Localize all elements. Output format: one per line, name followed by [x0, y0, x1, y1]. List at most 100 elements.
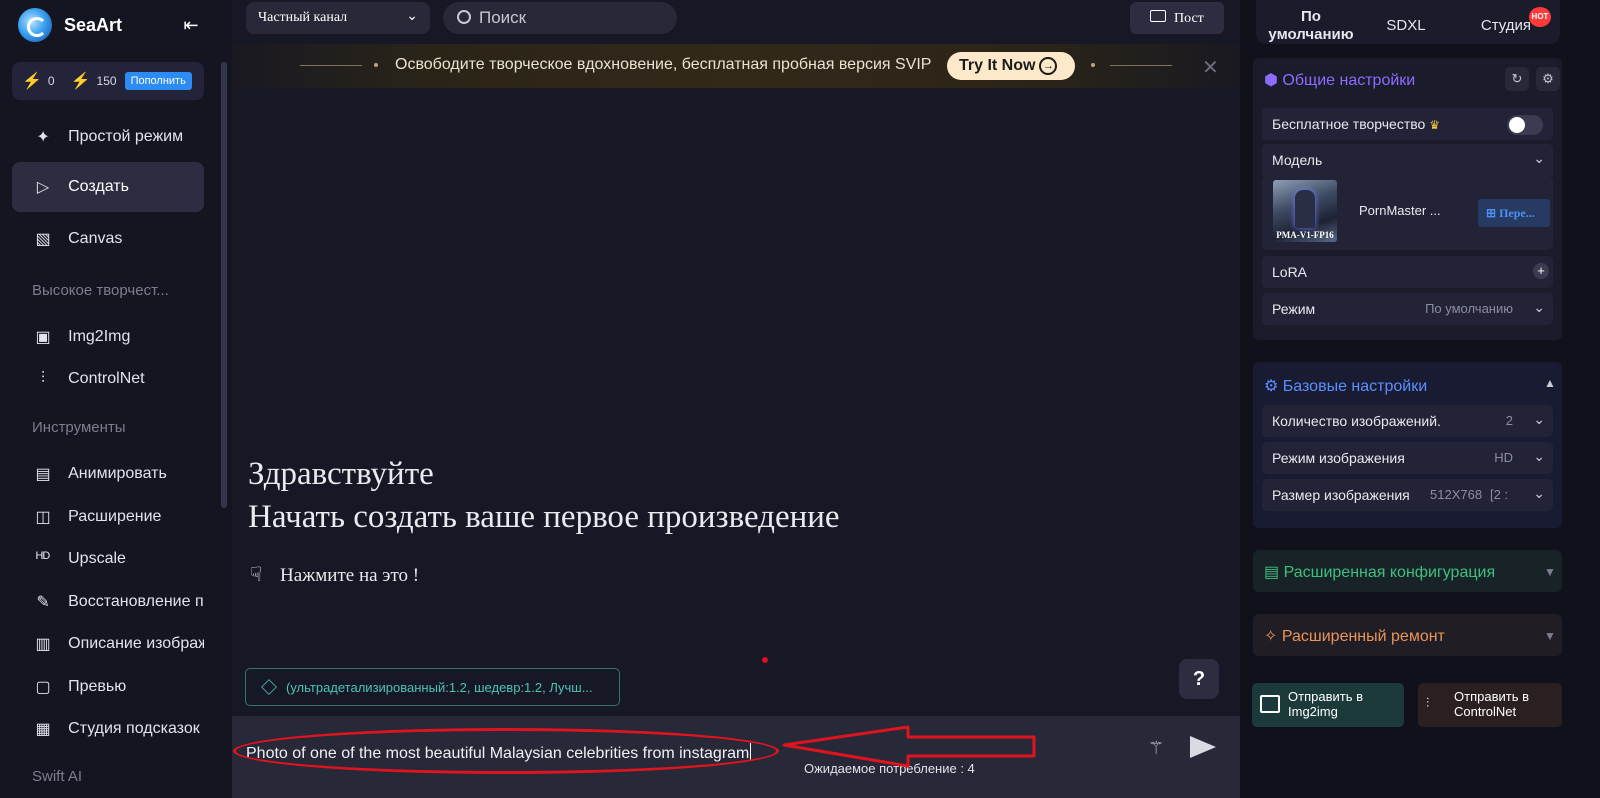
post-label: Пост	[1174, 11, 1204, 26]
promo-dot-right	[1091, 63, 1095, 67]
sidebar-item-create[interactable]: ▷ Создать	[12, 162, 204, 212]
gear-icon: ⚙	[1264, 378, 1279, 395]
mode-label: Режим	[1272, 301, 1316, 317]
sliders-icon: ⫶	[41, 370, 46, 387]
post-icon	[1150, 10, 1166, 22]
collapse-sidebar-icon[interactable]: ⇤	[180, 14, 202, 36]
chevron-down-icon[interactable]: ▼	[1544, 565, 1556, 579]
send-icon[interactable]	[1190, 736, 1216, 758]
hd-icon: ᴴᴰ	[36, 550, 51, 567]
tab-default[interactable]: По умолчанию	[1258, 8, 1364, 44]
prompt-icon: ▦	[35, 721, 51, 738]
try-it-now-button[interactable]: Try It Now →	[947, 52, 1075, 80]
sidebar-item-label: Превью	[68, 678, 127, 695]
sidebar-item-canvas[interactable]: ▧ Canvas	[12, 214, 204, 264]
send-to-controlnet-button[interactable]: ⫶ Отправить в ControlNet	[1418, 683, 1562, 727]
channel-label: Частный канал	[258, 10, 348, 25]
chevron-down-icon: ⌄	[1533, 411, 1545, 427]
sidebar-item-label: Простой режим	[68, 128, 184, 145]
wand-icon: ✧	[1264, 628, 1278, 645]
model-thumb-caption: PMA-V1-FP16	[1276, 230, 1334, 240]
vip-icon: ♛	[1429, 118, 1440, 132]
mode-row[interactable]: Режим По умолчанию ⌄	[1262, 293, 1553, 325]
free-creation-toggle[interactable]	[1507, 115, 1543, 135]
basic-settings-title[interactable]: ⚙ Базовые настройки	[1264, 376, 1427, 396]
advanced-config-title[interactable]: ▤ Расширенная конфигурация	[1264, 562, 1495, 582]
gear-icon[interactable]: ⚙	[1536, 67, 1560, 91]
stamina-count: 0	[47, 74, 55, 88]
refresh-icon[interactable]: ↻	[1505, 67, 1529, 91]
channel-select[interactable]: Частный канал ⌄	[246, 2, 430, 34]
send-to-img2img-button[interactable]: Отправить в Img2img	[1252, 683, 1404, 727]
post-button[interactable]: Пост	[1130, 2, 1224, 34]
wallet-bar: ⚡ 0 ⚡ 150 Пополнить	[12, 62, 204, 100]
repair-icon: ✎	[36, 594, 50, 611]
try-it-now-label: Try It Now	[959, 57, 1036, 74]
tab-sdxl[interactable]: SDXL	[1386, 17, 1426, 34]
switch-icon: ⊞	[1486, 206, 1500, 220]
search-placeholder: Поиск	[479, 8, 527, 27]
lora-row[interactable]: LoRA	[1262, 256, 1553, 288]
image-mode-row[interactable]: Режим изображения HD ⌄	[1262, 442, 1553, 474]
tab-studio[interactable]: Студия	[1480, 17, 1532, 34]
chevron-down-icon: ⌄	[1533, 150, 1545, 166]
image-size-row[interactable]: Размер изображения 512X768 [2 : ⌄	[1262, 479, 1553, 511]
topup-button[interactable]: Пополнить	[124, 72, 192, 90]
sidebar-item-controlnet[interactable]: ⫶ ControlNet	[12, 354, 204, 404]
search-icon	[457, 10, 471, 24]
prompt-tag-chip[interactable]: (ультрадетализированный:1.2, шедевр:1.2,…	[245, 668, 620, 706]
free-creation-row: Бесплатное творчество ♛	[1262, 108, 1553, 140]
credits-count: 150	[96, 74, 117, 88]
add-lora-icon[interactable]: +	[1533, 263, 1549, 279]
seaart-logo-icon	[18, 8, 52, 42]
click-hint-label: Нажмите на это !	[280, 565, 420, 586]
general-settings-title[interactable]: ⬢ Общие настройки	[1264, 70, 1415, 90]
expected-cost: Ожидаемое потребление : 4	[804, 761, 975, 776]
advanced-repair-label: Расширенный ремонт	[1281, 628, 1445, 645]
section-swift-ai: Swift AI	[32, 768, 83, 785]
image-count-label: Количество изображений.	[1272, 413, 1441, 429]
model-thumbnail[interactable]: PMA-V1-FP16	[1273, 180, 1337, 242]
model-header[interactable]: Модель ⌄	[1262, 144, 1553, 176]
sidebar-item-label: Студия подсказок	[68, 720, 200, 737]
sidebar-item-prompt-studio[interactable]: ▦ Студия подсказок	[12, 704, 204, 754]
send-to-controlnet-label: Отправить в ControlNet	[1454, 689, 1529, 719]
sidebar-scrollbar[interactable]	[221, 62, 227, 508]
hot-badge: HOT	[1529, 7, 1551, 27]
sidebar-item-label: Анимировать	[68, 465, 167, 482]
book-icon: ▥	[35, 636, 51, 653]
brand-name: SeaArt	[64, 14, 123, 35]
chevron-down-icon[interactable]: ▼	[1544, 629, 1556, 643]
cube-icon	[261, 679, 277, 695]
sidebar-item-label: Canvas	[68, 230, 123, 247]
search-input[interactable]: Поиск	[443, 2, 677, 34]
section-tools: Инструменты	[32, 419, 126, 436]
gif-icon: ▤	[35, 466, 51, 483]
arrow-right-icon: →	[1039, 57, 1058, 75]
promo-divider-left	[300, 65, 362, 66]
sidebar-item-label: Img2Img	[68, 328, 131, 345]
image-size-value: 512X768	[1430, 487, 1483, 502]
click-hint[interactable]: ☟ Нажмите на это !	[250, 562, 419, 587]
image-size-label: Размер изображения	[1272, 487, 1410, 503]
promo-text: Освободите творческое вдохновение, беспл…	[395, 56, 932, 73]
sidebar-item-simple-mode[interactable]: ✦ Простой режим	[12, 112, 204, 162]
brand[interactable]: SeaArt	[18, 8, 122, 42]
image-mode-value: HD	[1494, 450, 1513, 465]
chevron-up-icon[interactable]: ▲	[1544, 376, 1556, 390]
advanced-repair-title[interactable]: ✧ Расширенный ремонт	[1264, 626, 1445, 646]
greeting-subtitle: Начать создать ваше первое произведение	[248, 499, 840, 535]
image-count-row[interactable]: Количество изображений. 2 ⌄	[1262, 405, 1553, 437]
image-mode-label: Режим изображения	[1272, 450, 1405, 466]
sidebar-item-label: Описание изображ	[68, 635, 204, 652]
config-icon: ▤	[1264, 564, 1280, 581]
help-button[interactable]: ?	[1179, 659, 1219, 699]
magic-wand-icon[interactable]: ⚚	[1148, 738, 1164, 759]
chevron-down-icon: ⌄	[1533, 299, 1545, 315]
close-icon[interactable]: ✕	[1202, 55, 1219, 80]
switch-model-button[interactable]: ⊞ Пере...	[1478, 199, 1550, 227]
mode-value: По умолчанию	[1425, 301, 1513, 316]
pointing-hand-icon: ☟	[250, 564, 263, 586]
image-icon	[1260, 695, 1280, 713]
chevron-down-icon: ⌄	[1533, 485, 1545, 501]
